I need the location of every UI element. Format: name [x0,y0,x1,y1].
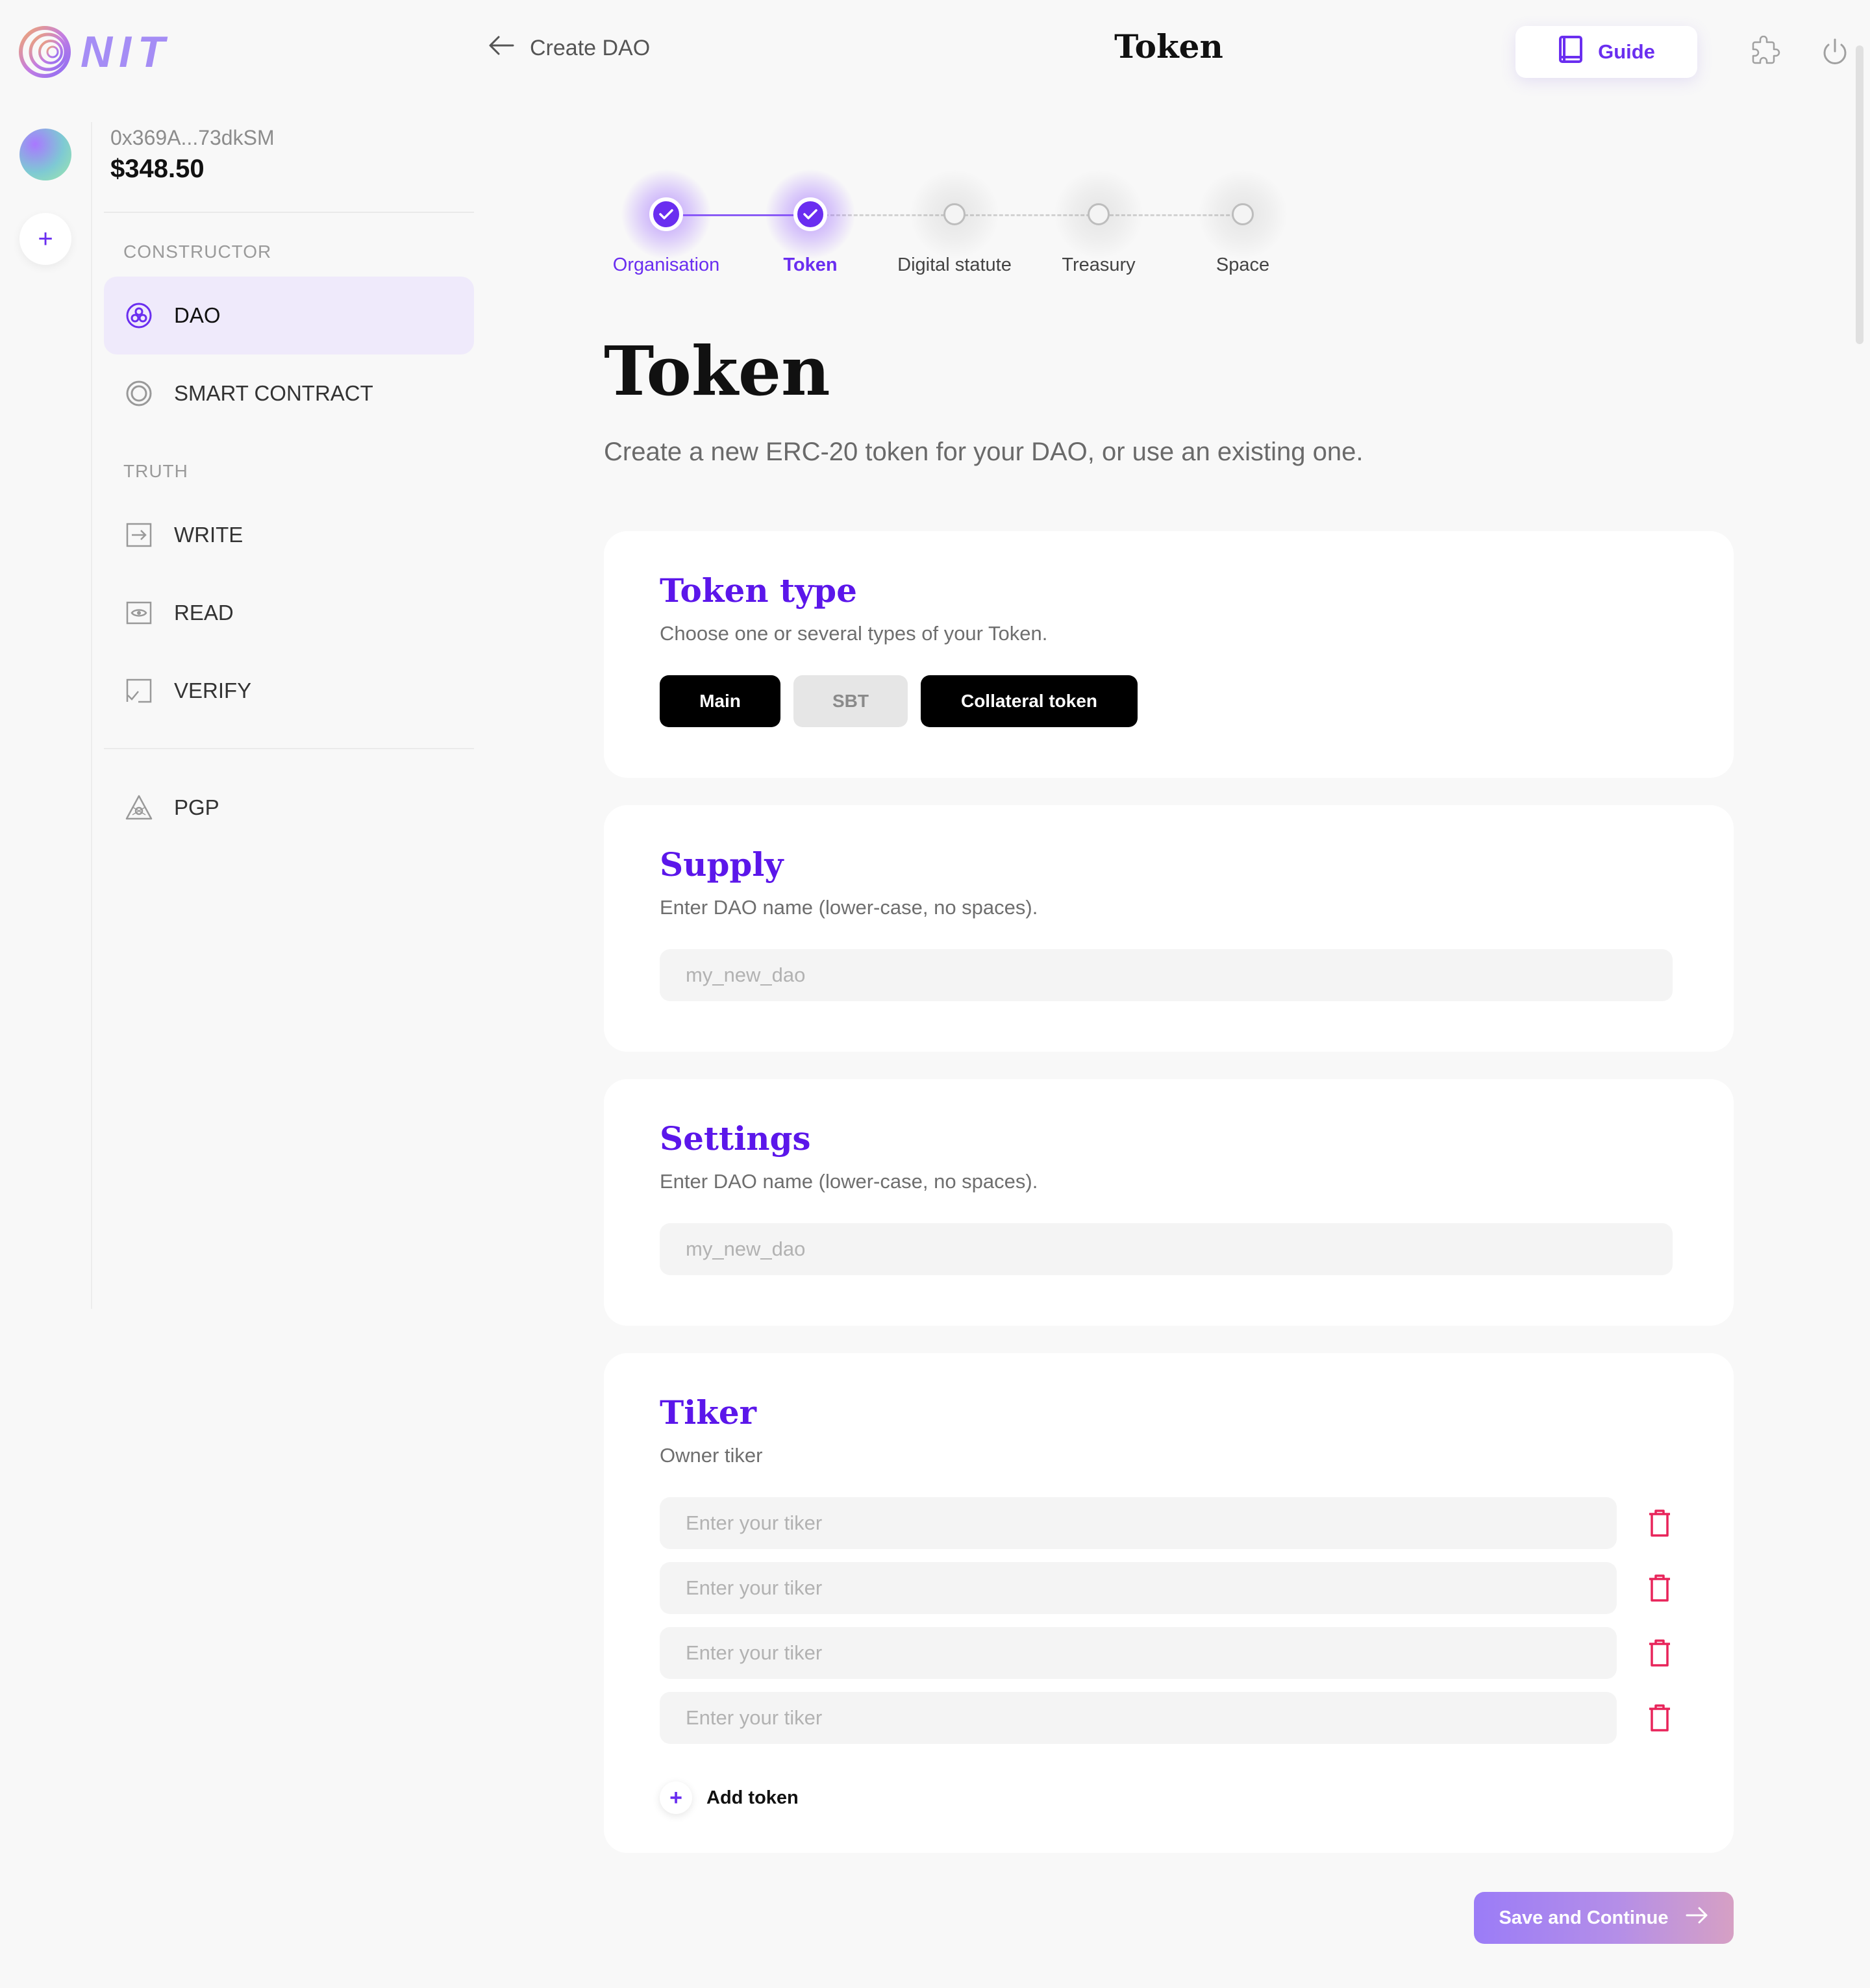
step-token[interactable]: Token [745,169,875,276]
read-icon [125,599,153,627]
settings-input[interactable] [660,1223,1673,1275]
tiker-input[interactable] [660,1562,1617,1614]
sidebar-item-read[interactable]: READ [104,574,474,652]
card-title: Tiker [660,1393,756,1432]
step-pending-dot [1088,203,1110,225]
sidebar-item-label: VERIFY [174,678,252,702]
wallet-balance: $348.50 [110,155,205,183]
sidebar-item-pgp[interactable]: PGP [104,769,474,847]
guide-label: Guide [1598,40,1655,63]
supply-input[interactable] [660,949,1673,1001]
save-and-continue-button[interactable]: Save and Continue [1474,1892,1734,1944]
check-icon [649,197,683,231]
guide-button[interactable]: Guide [1515,26,1697,78]
step-pending-dot [943,203,966,225]
add-token-label: Add token [706,1787,799,1808]
card-title: Token type [660,571,857,610]
smart-contract-icon [125,379,153,408]
step-label: Treasury [1062,255,1136,275]
check-icon [793,197,827,231]
logo-text: NIT [81,27,171,77]
card-title: Supply [660,845,784,884]
trash-icon[interactable] [1643,1571,1677,1605]
sidebar-item-label: READ [174,601,234,625]
tiker-input[interactable] [660,1627,1617,1679]
sidebar-item-label: DAO [174,303,221,327]
supply-card: Supply Enter DAO name (lower-case, no sp… [604,805,1734,1052]
sidebar-item-label: PGP [174,795,219,819]
sidebar-section-title: TRUTH [123,461,188,481]
back-label: Create DAO [530,36,651,60]
card-description: Choose one or several types of your Toke… [660,622,1048,645]
header-title: Token [1114,27,1223,66]
token-type-main-chip[interactable]: Main [660,675,780,727]
card-description: Enter DAO name (lower-case, no spaces). [660,896,1038,919]
trash-icon[interactable] [1643,1506,1677,1540]
sidebar-item-write[interactable]: WRITE [104,496,474,574]
step-treasury[interactable]: Treasury [1034,169,1164,276]
add-token-button[interactable]: + Add token [660,1782,799,1814]
save-label: Save and Continue [1499,1907,1669,1928]
step-label: Organisation [612,255,720,275]
tiker-card: Tiker Owner tiker + Add token [604,1353,1734,1853]
scrollbar[interactable] [1856,45,1864,344]
add-account-button[interactable]: + [19,213,71,265]
arrow-right-icon [1686,1906,1709,1930]
sidebar-divider [104,748,474,749]
token-type-card: Token type Choose one or several types o… [604,531,1734,778]
sidebar-item-label: WRITE [174,523,243,547]
step-space[interactable]: Space [1178,169,1308,276]
card-description: Enter DAO name (lower-case, no spaces). [660,1170,1038,1193]
step-label: Token [783,255,838,275]
sidebar-item-dao[interactable]: DAO [104,277,474,354]
verify-icon [125,677,153,705]
card-title: Settings [660,1119,811,1158]
settings-card: Settings Enter DAO name (lower-case, no … [604,1079,1734,1326]
token-type-collateral-chip[interactable]: Collateral token [921,675,1138,727]
page-subtitle: Create a new ERC-20 token for your DAO, … [604,438,1364,466]
power-icon[interactable] [1817,34,1853,70]
trash-icon[interactable] [1643,1636,1677,1670]
sidebar-section-title: CONSTRUCTOR [123,242,272,262]
sidebar-item-smart-contract[interactable]: SMART CONTRACT [104,354,474,432]
plus-icon: + [660,1782,692,1814]
step-label: Space [1216,255,1270,275]
trash-icon[interactable] [1643,1701,1677,1735]
rail-divider [91,122,92,1309]
plus-icon: + [38,224,53,253]
book-icon [1558,35,1584,69]
card-description: Owner tiker [660,1444,763,1467]
arrow-left-icon [488,35,514,62]
step-organisation[interactable]: Organisation [601,169,731,276]
logo[interactable]: NIT [18,25,171,79]
step-digital-statute[interactable]: Digital statute [890,169,1019,276]
step-pending-dot [1232,203,1254,225]
stepper: Organisation Token Digital statute Treas… [604,169,1318,299]
sidebar-item-label: SMART CONTRACT [174,381,373,405]
puzzle-icon[interactable] [1747,34,1783,70]
avatar[interactable] [19,129,71,180]
pgp-icon [125,793,153,822]
step-label: Digital statute [897,255,1012,275]
sidebar-item-verify[interactable]: VERIFY [104,652,474,730]
dao-icon [125,301,153,330]
back-button[interactable]: Create DAO [488,35,650,62]
wallet-address: 0x369A...73dkSM [110,126,275,149]
tiker-input[interactable] [660,1497,1617,1549]
sidebar-divider [104,212,474,213]
page-title: Token [604,331,830,411]
logo-mark-icon [18,25,71,79]
token-type-sbt-chip[interactable]: SBT [793,675,908,727]
write-icon [125,521,153,549]
tiker-input[interactable] [660,1692,1617,1744]
